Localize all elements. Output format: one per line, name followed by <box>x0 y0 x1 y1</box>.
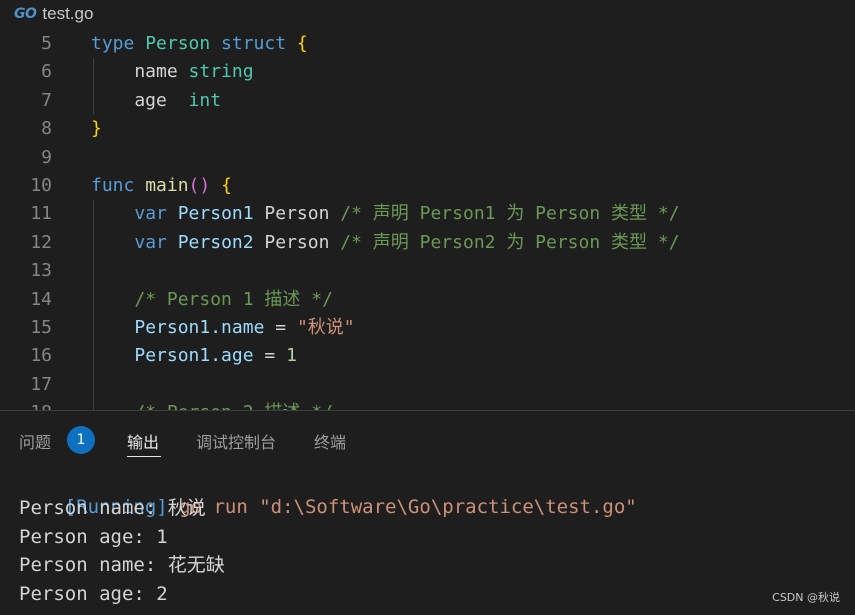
code-token: { <box>221 175 232 196</box>
line-number: 16 <box>30 345 52 367</box>
tab-filename: test.go <box>42 4 94 23</box>
output-line: Person name: 秋说 <box>19 497 206 519</box>
code-token: age <box>91 89 189 111</box>
line-number: 18 <box>0 399 52 410</box>
line-number: 12 <box>30 231 52 253</box>
line-number: 5 <box>41 33 52 54</box>
code-token: () <box>188 175 211 196</box>
code-token: { <box>296 33 308 54</box>
code-line[interactable]: 16 Person1.age = 1 <box>0 342 855 370</box>
code-token: = <box>275 317 297 338</box>
code-token: Person <box>145 33 222 54</box>
code-token: struct <box>221 33 297 54</box>
code-token: type <box>91 33 146 54</box>
line-number: 14 <box>30 288 52 310</box>
code-text: type Person struct { <box>91 30 308 58</box>
code-text: Person1.age = 1 <box>91 342 297 370</box>
code-token: "秋说" <box>296 317 355 338</box>
code-line[interactable]: 11 var Person1 Person /* 声明 Person1 为 Pe… <box>0 200 855 228</box>
code-line[interactable]: 17 <box>0 371 855 399</box>
code-token: int <box>188 89 222 111</box>
code-text: func main() { <box>91 172 232 200</box>
code-token: Person <box>264 203 341 225</box>
problems-count-badge: 1 <box>67 426 95 454</box>
line-number: 15 <box>30 317 52 338</box>
go-file-icon: GO <box>14 6 37 22</box>
line-number: 10 <box>30 175 52 196</box>
line-number: 11 <box>30 203 52 225</box>
code-token: /* 声明 Person1 为 Person 类型 */ <box>340 203 680 225</box>
line-number: 9 <box>41 146 52 168</box>
output-line: Person name: 花无缺 <box>19 554 225 576</box>
code-token: = <box>264 345 287 367</box>
code-text: /* Person 1 描述 */ <box>91 286 333 314</box>
panel-tabs: 问题 1 输出 调试控制台 终端 <box>0 411 855 459</box>
code-token: Person2 <box>177 231 265 253</box>
line-number: 13 <box>30 260 52 282</box>
code-line[interactable]: 8} <box>0 115 855 143</box>
code-line[interactable]: 5 type Person struct { <box>0 30 855 58</box>
code-text: var Person1 Person /* 声明 Person1 为 Perso… <box>91 200 680 228</box>
code-token: /* Person 2 描述 */ <box>134 402 333 410</box>
code-token: var <box>134 203 178 225</box>
code-token: func <box>91 175 146 196</box>
code-token: main <box>145 175 189 196</box>
code-line[interactable]: 7 age int <box>0 87 855 115</box>
code-text: var Person2 Person /* 声明 Person2 为 Perso… <box>91 229 680 257</box>
code-line[interactable]: 10 func main() { <box>0 172 855 200</box>
active-tab-indicator <box>127 456 161 457</box>
tab-terminal[interactable]: 终端 <box>314 429 346 453</box>
code-editor[interactable]: 5 type Person struct {6 name string 7 age … <box>0 30 855 410</box>
code-line[interactable]: 18 /* Person 2 描述 */ <box>0 399 855 410</box>
tab-output[interactable]: 输出 <box>127 429 159 453</box>
output-line: Person age: 2 <box>19 583 168 605</box>
code-token: 1 <box>286 345 297 367</box>
watermark: CSDN @秋说 <box>772 591 840 604</box>
code-line[interactable]: 6 name string <box>0 58 855 86</box>
run-command: go run "d:\Software\Go\practice\test.go" <box>167 496 637 518</box>
code-token: /* 声明 Person2 为 Person 类型 */ <box>340 231 680 253</box>
code-text: /* Person 2 描述 */ <box>91 399 333 410</box>
code-token: Person1.name <box>134 317 276 338</box>
code-line[interactable]: 13 <box>0 257 855 285</box>
editor-tab[interactable]: GO test.go <box>0 0 855 28</box>
tab-debug-console[interactable]: 调试控制台 <box>196 429 276 453</box>
line-number: 6 <box>41 61 52 83</box>
tab-problems[interactable]: 问题 <box>19 429 51 453</box>
code-token: } <box>91 118 102 140</box>
line-number: 17 <box>30 373 52 395</box>
code-line[interactable]: 9 <box>0 144 855 172</box>
code-line[interactable]: 15 Person1.name = "秋说" <box>0 314 855 342</box>
output-running-line: [Running] go run "d:\Software\Go\practic… <box>19 465 637 518</box>
code-token: var <box>134 231 178 253</box>
code-token: /* Person 1 描述 */ <box>134 288 333 310</box>
output-line: Person age: 1 <box>19 526 168 548</box>
code-line[interactable]: 12 var Person2 Person /* 声明 Person2 为 Pe… <box>0 229 855 257</box>
code-token: Person <box>264 231 341 253</box>
code-text: Person1.name = "秋说" <box>91 314 355 342</box>
line-number: 7 <box>41 89 52 111</box>
code-text: age int <box>91 87 221 115</box>
code-line[interactable]: 14 /* Person 1 描述 */ <box>0 286 855 314</box>
code-text: name string <box>91 58 254 86</box>
code-token: name <box>91 61 189 83</box>
line-number: 8 <box>41 118 52 140</box>
code-token: Person1.age <box>134 345 265 367</box>
code-token: Person1 <box>177 203 265 225</box>
code-text: } <box>91 115 102 143</box>
code-token: string <box>188 61 254 83</box>
bottom-panel: 问题 1 输出 调试控制台 终端 [Running] go run "d:\So… <box>0 410 855 615</box>
